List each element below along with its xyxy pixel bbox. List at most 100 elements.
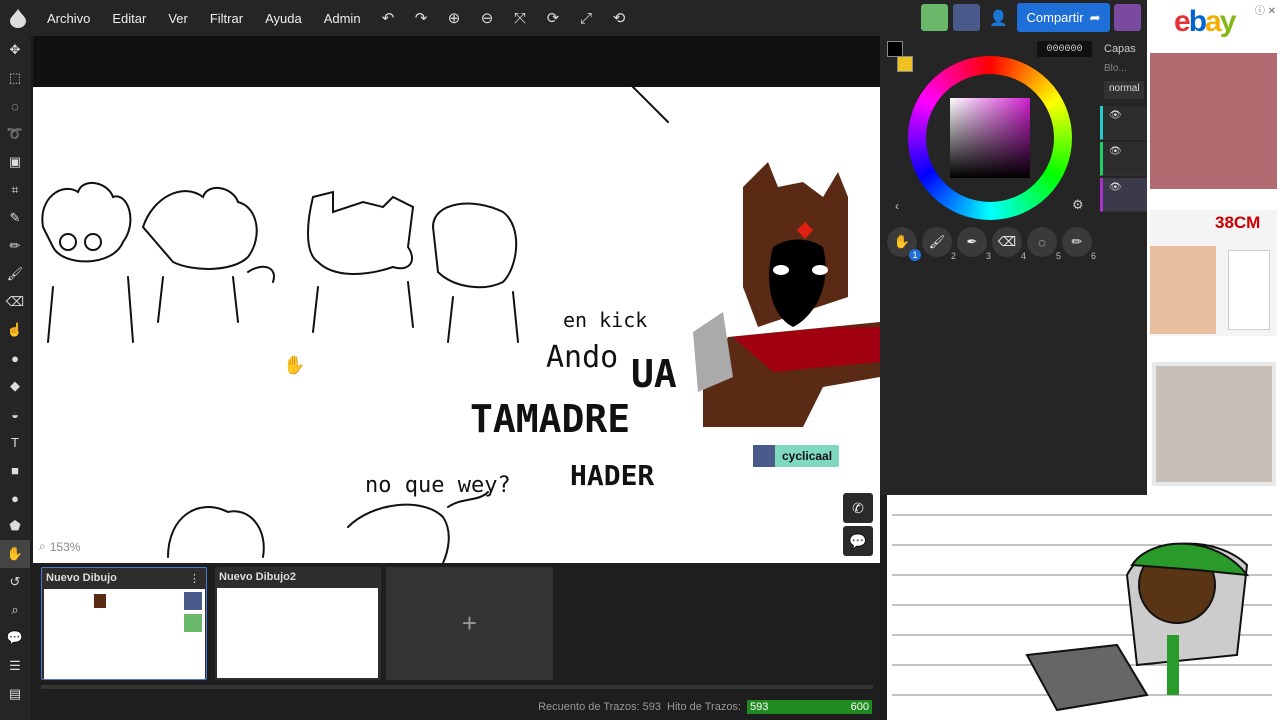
transform-icon[interactable]: ▣	[0, 148, 30, 176]
brush-preset-6[interactable]: ✏ 6	[1062, 227, 1096, 261]
undo-icon[interactable]: ↶	[372, 0, 405, 36]
menu-view[interactable]: Ver	[157, 11, 199, 26]
eye-icon[interactable]: 👁	[1109, 146, 1122, 157]
ad-info-icon[interactable]: ⓘ ✕	[1255, 2, 1276, 17]
color-hex-field[interactable]: 000000	[1037, 41, 1092, 57]
circle-shape-icon[interactable]: ●	[0, 484, 30, 512]
eyedropper-icon[interactable]: ✎	[0, 204, 30, 232]
rotate-view-icon[interactable]: ↺	[0, 568, 30, 596]
progress-max: 600	[850, 701, 869, 713]
reset-view-icon[interactable]: ⟲	[603, 0, 636, 36]
redo-icon[interactable]: ↷	[405, 0, 438, 36]
right-panel: 000000 ‹ ⚙ Capas Blo... normal 👁 👁 👁 ✋ 1 …	[880, 36, 1147, 495]
ebay-logo[interactable]: ebay	[1174, 5, 1236, 39]
own-avatar[interactable]	[1114, 4, 1141, 31]
stroke-progress-bar: 593 600	[747, 700, 872, 714]
rotate-icon[interactable]: ⟳	[537, 0, 570, 36]
brush-number: 4	[1020, 251, 1026, 261]
canvas-text-e: HADER	[570, 459, 654, 492]
brush-preset-2[interactable]: 🖌 2	[922, 227, 956, 261]
ad-image-3[interactable]	[1152, 362, 1276, 486]
saturation-square[interactable]	[950, 98, 1030, 178]
primary-color-swatch[interactable]	[887, 41, 903, 57]
eye-icon[interactable]: 👁	[1109, 182, 1122, 193]
crop-icon[interactable]: ⌗	[0, 176, 30, 204]
blend-mode-select[interactable]: normal	[1104, 81, 1144, 99]
layers-toggle-icon[interactable]: ▤	[0, 680, 30, 708]
tab-title: Nuevo Dibujo	[46, 572, 117, 584]
layer-row-1[interactable]: 👁	[1100, 106, 1147, 140]
tabs-scrollbar[interactable]	[41, 685, 873, 689]
ad-badge: 38CM	[1215, 213, 1261, 232]
menu-filter[interactable]: Filtrar	[199, 11, 254, 26]
user-avatar-2[interactable]	[953, 4, 980, 31]
chat-icon[interactable]: 💬	[0, 624, 30, 652]
ad-image-2[interactable]: 38CM	[1150, 210, 1277, 336]
ellipse-select-icon[interactable]: ◌	[0, 92, 30, 120]
zoom-in-icon[interactable]: ⊕	[438, 0, 471, 36]
settings-gear-icon[interactable]: ⚙	[1072, 197, 1084, 213]
remote-cursor-label: cyclicaal	[753, 445, 840, 467]
app-logo-icon[interactable]	[0, 0, 36, 36]
tab-nuevo-dibujo[interactable]: Nuevo Dibujo ⋮	[41, 567, 207, 680]
reference-icon[interactable]: ☰	[0, 652, 30, 680]
blur-icon[interactable]: ●	[0, 344, 30, 372]
menu-file[interactable]: Archivo	[36, 11, 101, 26]
canvas-area[interactable]: en kick Ando UA TAMADRE HADER no que wey…	[33, 36, 880, 563]
gradient-icon[interactable]: ◒	[0, 400, 30, 428]
fill-icon[interactable]: ◆	[0, 372, 30, 400]
canvas-text-f: no que wey?	[365, 473, 511, 498]
brush-number: 3	[985, 251, 991, 261]
rectangle-shape-icon[interactable]: ■	[0, 456, 30, 484]
chat-button[interactable]: 💬	[843, 526, 873, 556]
brush-preset-5[interactable]: ◌ 5	[1027, 227, 1061, 261]
hand-tool-icon[interactable]: ✋	[0, 540, 30, 568]
ad-banner[interactable]: ebay ⓘ ✕ 38CM	[1147, 0, 1280, 495]
fullscreen-icon[interactable]: ⤢	[570, 0, 603, 36]
zoom-tool-icon[interactable]: ⌕	[0, 596, 30, 624]
fit-icon[interactable]: ⤧	[504, 0, 537, 36]
brush-icon[interactable]: 🖌	[0, 260, 30, 288]
text-tool-icon[interactable]: T	[0, 428, 30, 456]
lasso-icon[interactable]: ➰	[0, 120, 30, 148]
tab-menu-icon[interactable]: ⋮	[189, 572, 200, 585]
menu-edit[interactable]: Editar	[101, 11, 157, 26]
ad-image-1[interactable]	[1150, 53, 1277, 189]
left-toolbar: ✥ ⬚ ◌ ➰ ▣ ⌗ ✎ ✏ 🖌 ⌫ ☝ ● ◆ ◒ T ■ ● ⬟ ✋ ↺ …	[0, 36, 30, 720]
pencil-icon: ✏	[1071, 234, 1083, 249]
eraser-icon[interactable]: ⌫	[0, 288, 30, 316]
menu-admin[interactable]: Admin	[313, 11, 372, 26]
brush-icon: 🖌	[928, 234, 946, 249]
add-user-icon[interactable]: 👤	[982, 0, 1015, 36]
user-avatar-1[interactable]	[921, 4, 948, 31]
polygon-shape-icon[interactable]: ⬟	[0, 512, 30, 540]
drawing-paper[interactable]: en kick Ando UA TAMADRE HADER no que wey…	[33, 86, 880, 563]
color-wheel[interactable]	[908, 56, 1072, 220]
hand-icon: ✋	[893, 234, 911, 249]
call-button[interactable]: ✆	[843, 493, 873, 523]
move-tool-icon[interactable]: ✥	[0, 36, 30, 64]
brush-preset-3[interactable]: ✒ 3	[957, 227, 991, 261]
share-arrow-icon: ➦	[1089, 9, 1101, 25]
collapse-panel-icon[interactable]: ‹	[895, 199, 899, 213]
smudge-icon[interactable]: ☝	[0, 316, 30, 344]
share-button[interactable]: Compartir ➦	[1017, 3, 1110, 32]
menu-help[interactable]: Ayuda	[254, 11, 313, 26]
document-tabs: Nuevo Dibujo ⋮ Nuevo Dibujo2 + Recuento …	[33, 563, 880, 720]
tab-nuevo-dibujo2[interactable]: Nuevo Dibujo2	[215, 567, 381, 680]
add-document-button[interactable]: +	[386, 567, 553, 680]
canvas-text-b: Ando	[546, 340, 618, 375]
canvas-text-a: en kick	[563, 308, 647, 332]
brush-preset-4[interactable]: ⌫ 4	[992, 227, 1026, 261]
zoom-indicator: ⌕ 153%	[39, 539, 80, 554]
rect-select-icon[interactable]: ⬚	[0, 64, 30, 92]
share-label: Compartir	[1026, 10, 1084, 25]
layer-row-2[interactable]: 👁	[1100, 142, 1147, 176]
layer-row-3[interactable]: 👁	[1100, 178, 1147, 212]
zoom-magnifier-icon: ⌕	[39, 539, 46, 553]
zoom-out-icon[interactable]: ⊖	[471, 0, 504, 36]
secondary-color-swatch[interactable]	[897, 56, 913, 72]
eye-icon[interactable]: 👁	[1109, 110, 1122, 121]
brush-preset-1[interactable]: ✋ 1	[887, 227, 921, 261]
pencil-icon[interactable]: ✏	[0, 232, 30, 260]
